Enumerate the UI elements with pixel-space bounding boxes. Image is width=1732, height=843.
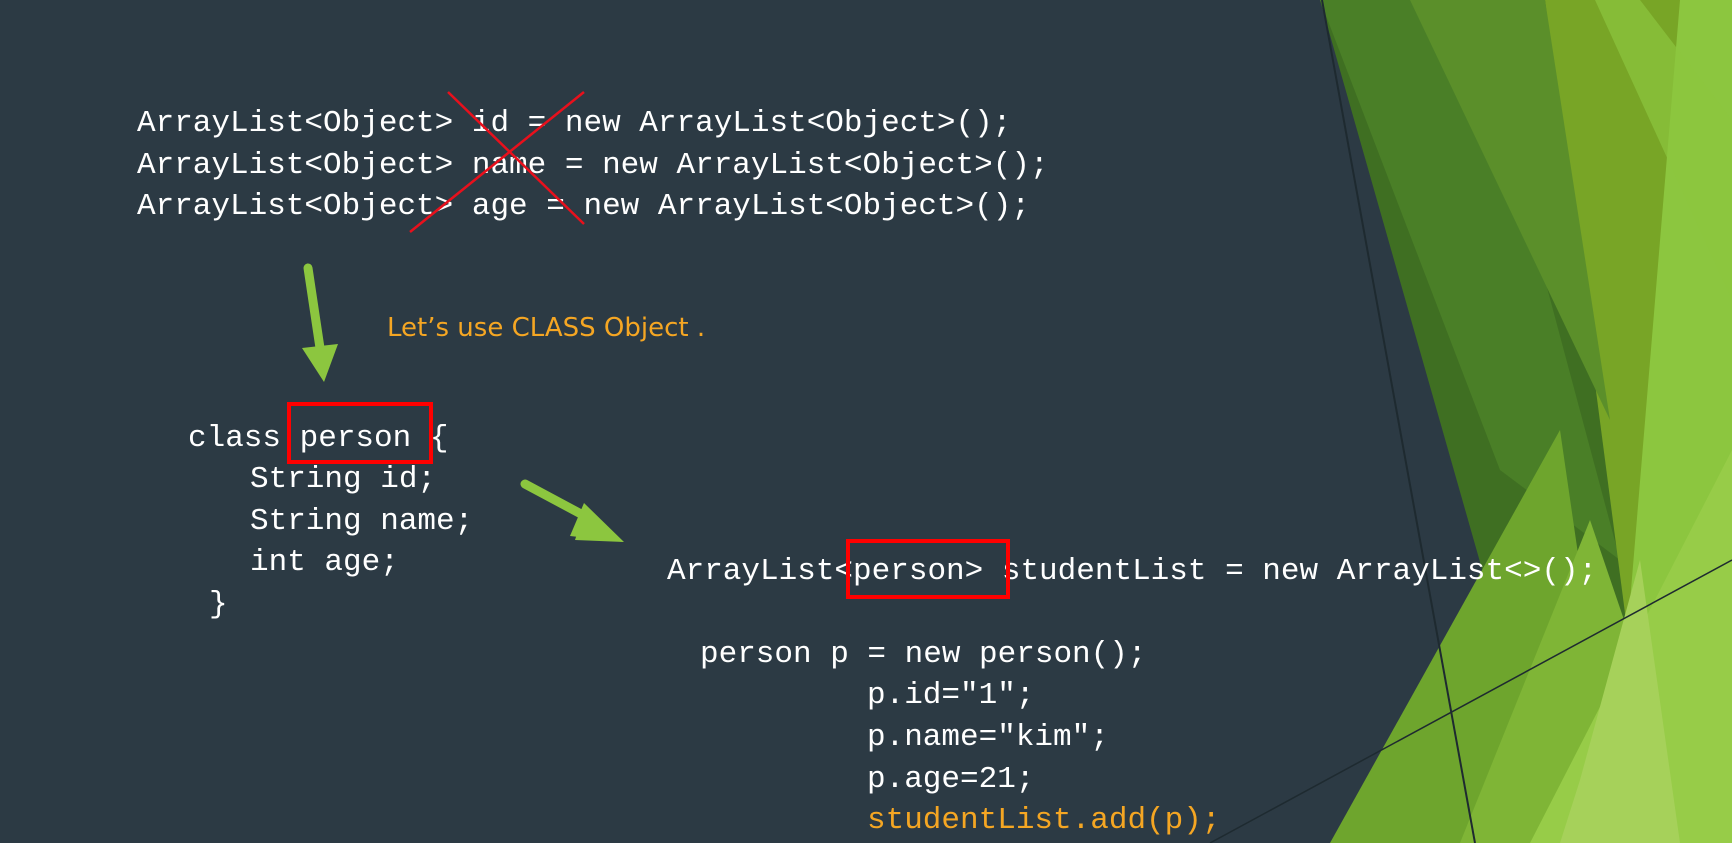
class-line-id: String id; <box>250 462 437 497</box>
class-line-age: int age; <box>250 545 399 580</box>
code-line-age: ArrayList<Object> age = new ArrayList<Ob… <box>137 189 1030 224</box>
highlight-box-person-class <box>287 402 433 464</box>
list-line-add: studentList.add(p); <box>867 803 1221 838</box>
list-line-set-name: p.name="kim"; <box>867 720 1109 755</box>
class-line-name: String name; <box>250 504 474 539</box>
class-line-close: } <box>209 587 228 622</box>
list-line-new-person: person p = new person(); <box>700 637 1147 672</box>
code-line-id: ArrayList<Object> id = new ArrayList<Obj… <box>137 106 1012 141</box>
caption-text: Let’s use CLASS Object . <box>387 313 706 343</box>
list-line-set-age: p.age=21; <box>867 762 1035 797</box>
highlight-box-person-generic <box>846 539 1010 599</box>
list-line-set-id: p.id="1"; <box>867 678 1035 713</box>
slide: ArrayList<Object> id = new ArrayList<Obj… <box>0 0 1732 843</box>
code-line-name: ArrayList<Object> name = new ArrayList<O… <box>137 148 1049 183</box>
list-declaration: ArrayList<person> studentList = new Arra… <box>667 554 1598 589</box>
